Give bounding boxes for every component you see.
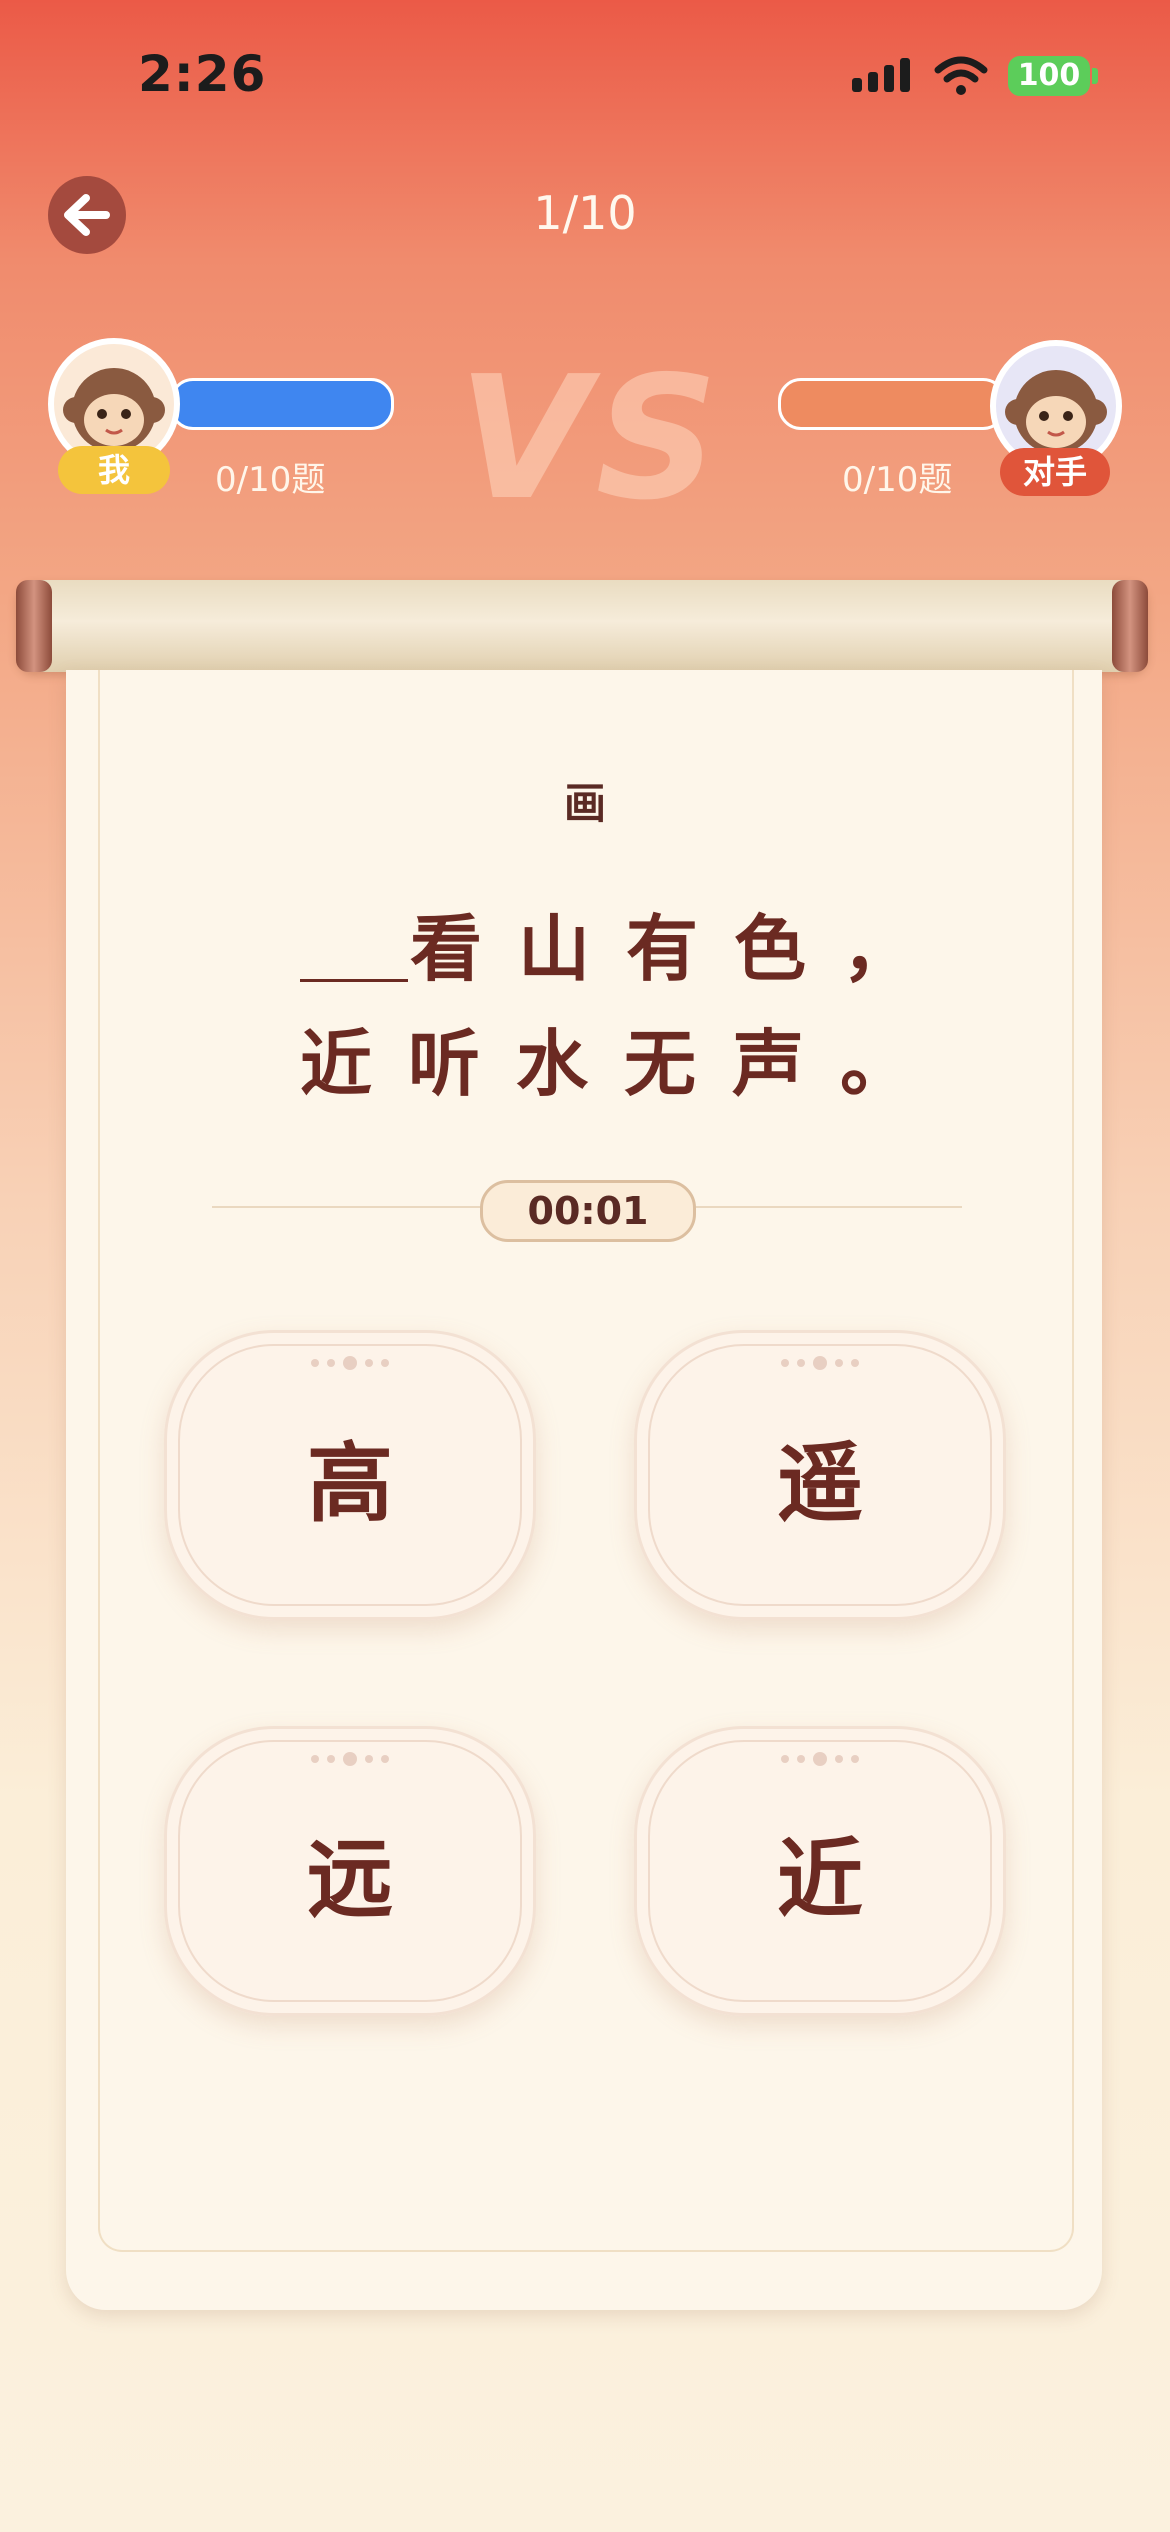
- decor-dots: [311, 1356, 389, 1370]
- opponent-progress-bar: [778, 378, 1006, 430]
- decor-dots: [311, 1752, 389, 1766]
- opponent-tag: 对手: [1000, 448, 1110, 496]
- option-button-1[interactable]: 高: [164, 1330, 536, 1620]
- option-button-4[interactable]: 近: [634, 1726, 1006, 2016]
- option-label: 近: [777, 1829, 863, 1930]
- poem-line-1: 看山有色，: [410, 907, 951, 991]
- countdown-timer: 00:01: [480, 1180, 696, 1242]
- wifi-icon: [934, 56, 988, 100]
- option-label: 遥: [777, 1433, 863, 1534]
- option-label: 高: [307, 1433, 393, 1534]
- scroll-rod: [16, 580, 1148, 672]
- cellular-signal-icon: [852, 58, 910, 92]
- status-time: 2:26: [138, 45, 267, 103]
- option-label: 远: [307, 1829, 393, 1930]
- option-button-3[interactable]: 远: [164, 1726, 536, 2016]
- scroll-rod-end-left: [16, 580, 52, 672]
- scroll-rod-end-right: [1112, 580, 1148, 672]
- battery-indicator: 100: [1008, 56, 1090, 96]
- decor-dots: [781, 1356, 859, 1370]
- arrow-left-icon: [64, 194, 110, 236]
- poem-line-2: 近听水无声。: [300, 1022, 949, 1106]
- back-button[interactable]: [48, 176, 126, 254]
- answer-blank: [300, 979, 408, 982]
- my-tag: 我: [58, 446, 170, 494]
- opponent-count: 0/10题: [842, 460, 953, 500]
- my-progress-bar: [170, 378, 394, 430]
- decor-dots: [781, 1752, 859, 1766]
- vs-label: VS: [458, 340, 725, 538]
- question-progress: 1/10: [533, 186, 637, 240]
- my-count: 0/10题: [215, 460, 326, 500]
- option-button-2[interactable]: 遥: [634, 1330, 1006, 1620]
- poem-title: 画: [563, 779, 606, 828]
- battery-tip: [1092, 68, 1098, 84]
